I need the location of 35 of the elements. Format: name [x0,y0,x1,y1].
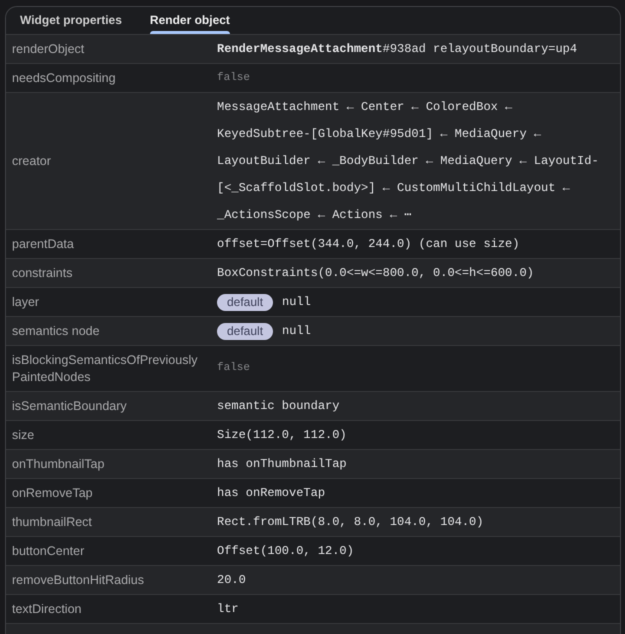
property-value: Size(112.0, 112.0) [217,426,347,444]
property-name: onThumbnailTap [11,456,106,473]
property-value: ltr [217,600,239,618]
property-value: offset=Offset(344.0, 244.0) (can use size) [217,236,520,252]
property-value: 20.0 [217,572,246,588]
property-badge: default [217,322,274,340]
property-name: buttonCenter [11,542,86,560]
property-name: isSemanticBoundary [11,398,128,415]
property-badge: default [217,294,274,310]
tab[interactable]: Widget properties [20,7,122,34]
property-name: renderObject [11,40,86,58]
property-value: null [282,322,311,340]
property-value: BoxConstraints(0.0<=w<=800.0, 0.0<=h<=600.0) [217,264,534,282]
property-value: has onRemoveTap [217,484,326,502]
property-name: isBlockingSemanticsOfPreviouslyPaintedNodes [11,352,198,386]
property-name: parentData [11,236,75,253]
property-name: needsCompositing [11,70,117,87]
property-name: creator [11,152,52,170]
property-value: Rect.fromLTRB(8.0, 8.0, 104.0, 104.0) [217,514,484,530]
property-value: semantic boundary [217,398,340,414]
property-name: textDirection [11,600,82,618]
property-name: layer [11,294,40,311]
property-value: null [282,294,311,310]
property-value: false [217,361,250,376]
property-value: RenderMessageAttachment#938ad relayoutBoundary=up4 [217,40,578,58]
property-name: onRemoveTap [11,484,94,502]
property-value: has onThumbnailTap [217,456,347,472]
property-name: size [11,426,36,444]
property-value: Offset(100.0, 12.0) [217,542,354,560]
property-name: semantics node [11,322,101,340]
tab[interactable]: Render object [150,7,230,34]
property-name: removeButtonHitRadius [11,572,146,588]
property-name: thumbnailRect [11,514,93,530]
property-name: constraints [11,264,74,282]
property-value: false [217,70,250,86]
